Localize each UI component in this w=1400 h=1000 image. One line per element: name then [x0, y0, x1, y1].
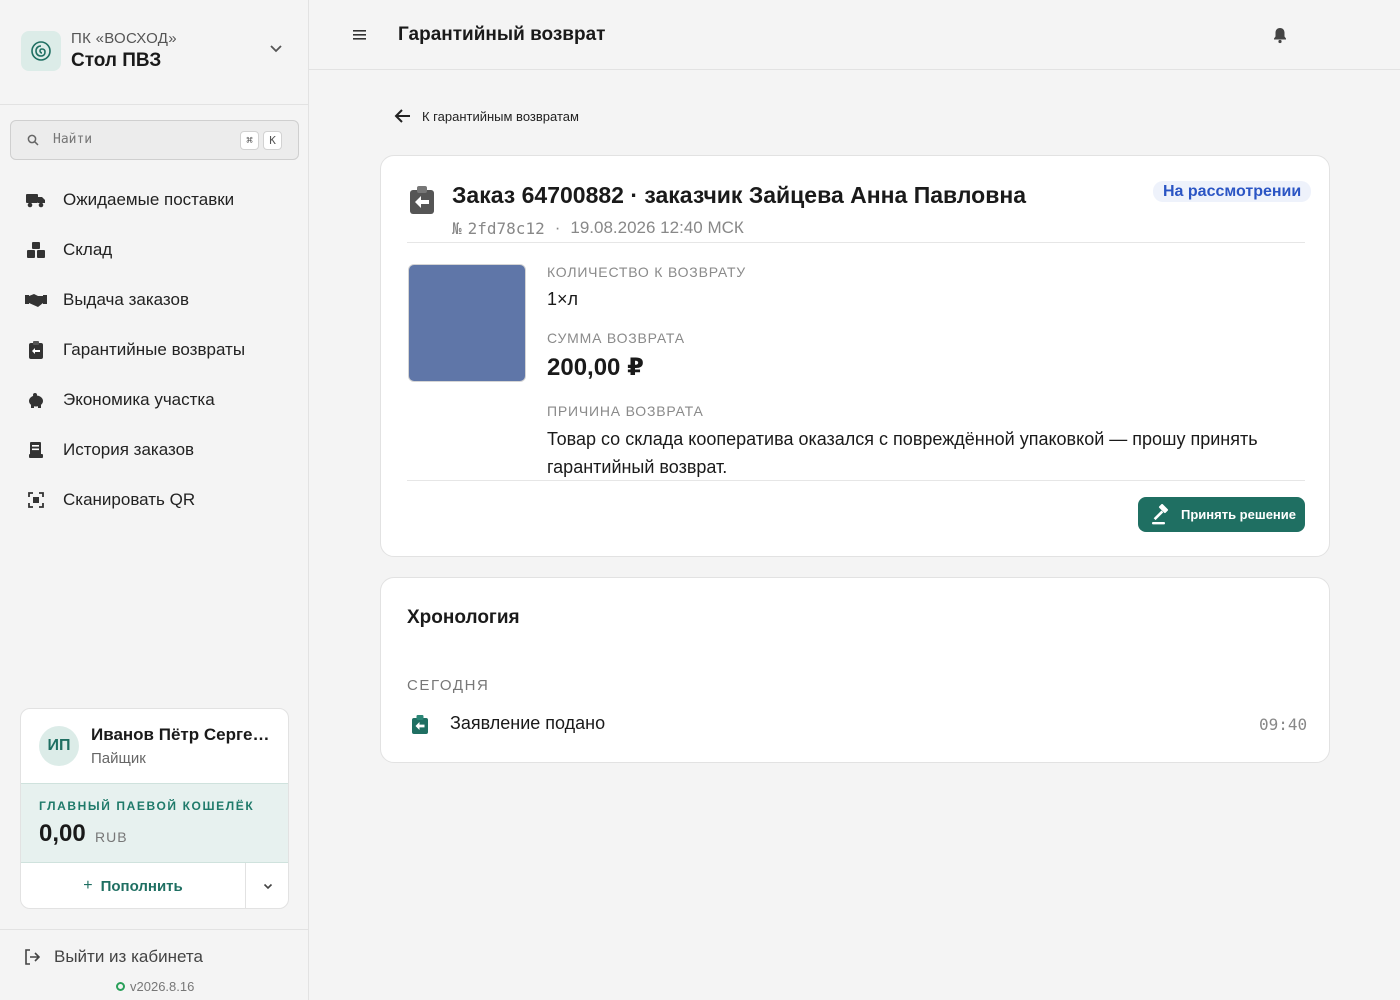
qr-scan-icon	[25, 489, 47, 511]
sidebar-item-label: Склад	[63, 240, 113, 259]
logout-icon	[25, 949, 40, 965]
sidebar-item-warehouse[interactable]: Склад	[0, 225, 308, 275]
logout-label: Выйти из кабинета	[54, 947, 203, 966]
sidebar-item-label: Экономика участка	[63, 390, 215, 409]
topbar: Гарантийный возврат	[309, 0, 1400, 70]
gavel-icon	[1152, 503, 1169, 524]
make-decision-button[interactable]: Принять решение	[1138, 497, 1305, 532]
sidebar-item-order-pickup[interactable]: Выдача заказов	[0, 275, 308, 325]
return-details-card: Заказ 64700882 · заказчик Зайцева Анна П…	[380, 155, 1330, 557]
product-thumbnail	[408, 264, 526, 382]
order-title: Заказ 64700882 · заказчик Зайцева Анна П…	[452, 182, 1027, 208]
moon-icon[interactable]	[1325, 22, 1351, 48]
clipboard-return-icon	[412, 715, 428, 734]
arrow-left-icon	[394, 109, 410, 123]
reason-label: ПРИЧИНА ВОЗВРАТА	[547, 403, 704, 419]
boxes-icon	[25, 239, 47, 261]
sidebar-footer: Выйти из кабинета v2026.8.16	[0, 929, 308, 1000]
timeline-event-time: 09:40	[1259, 715, 1308, 734]
back-link-label: К гарантийным возвратам	[422, 108, 579, 124]
reason-text: Товар со склада кооператива оказался с п…	[547, 429, 1258, 477]
topup-dropdown-button[interactable]	[246, 863, 288, 908]
handshake-icon	[25, 289, 47, 311]
divider	[407, 480, 1305, 481]
bell-icon[interactable]	[1271, 26, 1289, 44]
sidebar-item-label: История заказов	[63, 440, 195, 459]
kbd-k: K	[263, 131, 282, 150]
clipboard-return-icon	[25, 339, 47, 361]
wallet-currency: RUB	[95, 829, 128, 845]
order-hash: 2fd78c12	[467, 218, 545, 238]
wallet-label: ГЛАВНЫЙ ПАЕВОЙ КОШЕЛЁК	[39, 799, 255, 813]
sidebar-item-warranty-returns[interactable]: Гарантийные возвраты	[0, 325, 308, 375]
sidebar-item-expected-deliveries[interactable]: Ожидаемые поставки	[0, 175, 308, 225]
order-number-prefix: №	[452, 218, 462, 238]
version-text: v2026.8.16	[130, 979, 195, 994]
qty-label: КОЛИЧЕСТВО К ВОЗВРАТУ	[547, 264, 746, 280]
status-dot-icon	[116, 982, 125, 991]
qty-value: 1×л	[547, 289, 579, 309]
topup-label: Пополнить	[100, 877, 183, 895]
org-name: Стол ПВЗ	[71, 50, 162, 71]
sidebar: ПК «ВОСХОД» Стол ПВЗ Найти ⌘ K Ожидаемые…	[0, 0, 309, 1000]
search-placeholder: Найти	[53, 132, 93, 147]
timeline-event-label: Заявление подано	[450, 713, 606, 733]
version-indicator: v2026.8.16	[116, 979, 194, 994]
order-datetime: 19.08.2026 12:40 МСК	[570, 218, 744, 237]
back-link[interactable]: К гарантийным возвратам	[394, 107, 579, 125]
sidebar-item-label: Выдача заказов	[63, 290, 190, 309]
logout-button[interactable]: Выйти из кабинета	[24, 947, 203, 967]
search-icon	[27, 134, 39, 146]
chevron-down-icon[interactable]	[268, 40, 284, 56]
org-switcher[interactable]: ПК «ВОСХОД» Стол ПВЗ	[0, 0, 308, 105]
avatar: ИП	[39, 726, 79, 766]
menu-icon[interactable]	[351, 27, 369, 43]
org-logo-icon	[21, 31, 61, 71]
user-name: Иванов Пётр Сергеевич	[91, 725, 271, 744]
topup-button[interactable]: + Пополнить	[21, 863, 246, 908]
clipboard-return-icon	[410, 186, 434, 214]
sidebar-item-label: Ожидаемые поставки	[63, 190, 235, 209]
sidebar-item-label: Сканировать QR	[63, 490, 196, 509]
sidebar-item-order-history[interactable]: История заказов	[0, 425, 308, 475]
sidebar-item-scan-qr[interactable]: Сканировать QR	[0, 475, 308, 525]
timeline-day: СЕГОДНЯ	[407, 677, 490, 694]
timeline-title: Хронология	[407, 607, 520, 628]
wallet-amount: 0,00	[39, 820, 86, 847]
receipt-icon	[25, 439, 47, 461]
wallet-panel: ГЛАВНЫЙ ПАЕВОЙ КОШЕЛЁК 0,00 RUB	[21, 783, 288, 863]
user-card: ИП Иванов Пётр Сергеевич Пайщик ГЛАВНЫЙ …	[20, 708, 289, 909]
meta-separator: ·	[554, 218, 561, 237]
make-decision-label: Принять решение	[1181, 507, 1296, 522]
sidebar-item-economics[interactable]: Экономика участка	[0, 375, 308, 425]
sum-value: 200,00 ₽	[547, 354, 644, 381]
sidebar-item-label: Гарантийные возвраты	[63, 340, 246, 359]
user-role: Пайщик	[91, 750, 146, 767]
divider	[407, 242, 1305, 243]
sidebar-nav: Ожидаемые поставки Склад Выдача заказов …	[0, 175, 308, 525]
truck-icon	[25, 189, 47, 211]
order-meta: № 2fd78c12 · 19.08.2026 12:40 МСК	[452, 218, 744, 238]
org-subtitle: ПК «ВОСХОД»	[71, 30, 177, 47]
status-badge: На рассмотрении	[1153, 181, 1312, 202]
chevron-down-icon	[263, 883, 273, 890]
plus-icon: +	[83, 877, 93, 894]
sum-label: СУММА ВОЗВРАТА	[547, 330, 685, 346]
page-title: Гарантийный возврат	[398, 24, 606, 45]
kbd-cmd: ⌘	[240, 131, 259, 150]
timeline-card: Хронология СЕГОДНЯ Заявление подано 09:4…	[380, 577, 1330, 763]
piggy-bank-icon	[25, 389, 47, 411]
search-input[interactable]: Найти ⌘ K	[10, 120, 299, 160]
